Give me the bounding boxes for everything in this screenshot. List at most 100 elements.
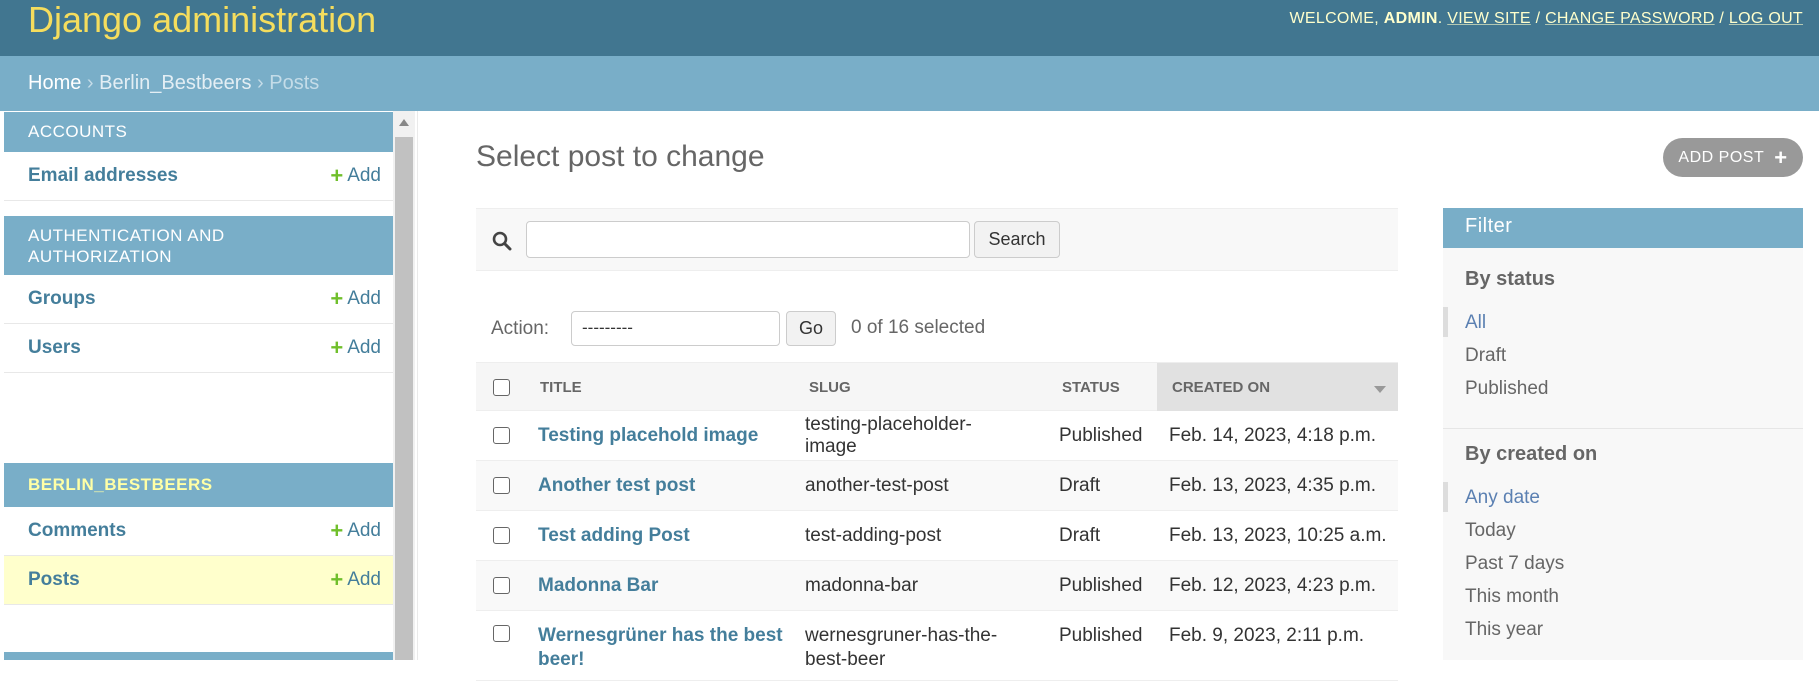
search-icon	[492, 231, 512, 251]
action-label: Action:	[491, 318, 550, 339]
column-header-slug[interactable]: Slug	[809, 363, 851, 411]
filter-list-created-on: Any date Today Past 7 days This month Th…	[1443, 481, 1803, 646]
nav-sidebar: Accounts Email addresses + Add Authentica…	[0, 111, 418, 660]
sidebar-item-posts[interactable]: Posts + Add	[4, 556, 393, 605]
app-caption-next	[4, 652, 393, 660]
model-link[interactable]: Posts	[28, 569, 80, 591]
model-link[interactable]: Email addresses	[28, 165, 178, 187]
sidebar-item-users[interactable]: Users + Add	[4, 324, 393, 373]
scroll-up-arrow-icon[interactable]	[399, 119, 409, 126]
sidebar-item-email-addresses[interactable]: Email addresses + Add	[4, 152, 393, 201]
sort-descending-icon[interactable]	[1374, 386, 1386, 393]
post-created-on: Feb. 9, 2023, 2:11 p.m.	[1169, 625, 1365, 646]
row-checkbox[interactable]	[493, 577, 510, 594]
table-row: Wernesgrüner has the best beer! wernesgr…	[476, 611, 1398, 681]
column-header-title[interactable]: Title	[540, 363, 582, 411]
app-module-berlin-bestbeers: Berlin_Bestbeers Comments + Add Posts + Ad…	[4, 463, 393, 605]
action-select[interactable]: ---------	[571, 311, 780, 346]
breadcrumb-app[interactable]: Berlin_Bestbeers	[99, 72, 251, 94]
filter-option-past-7-days[interactable]: Past 7 days	[1443, 547, 1803, 580]
sidebar-item-comments[interactable]: Comments + Add	[4, 507, 393, 556]
sidebar-scrollbar[interactable]	[393, 111, 415, 660]
site-branding[interactable]: Django administration	[28, 0, 376, 40]
log-out-link[interactable]: Log out	[1729, 10, 1803, 27]
selected-count: 0 of 16 selected	[851, 317, 986, 338]
filter-option-this-year[interactable]: This year	[1443, 613, 1803, 646]
go-button[interactable]: Go	[786, 311, 836, 346]
filter-option-published[interactable]: Published	[1443, 372, 1803, 405]
post-slug: wernesgruner-has-the-best-beer	[805, 625, 998, 670]
filter-option-any-date[interactable]: Any date	[1443, 481, 1803, 514]
post-created-on: Feb. 14, 2023, 4:18 p.m.	[1169, 424, 1377, 446]
app-module-accounts: Accounts Email addresses + Add	[4, 112, 393, 201]
add-label: Add	[347, 288, 381, 309]
add-label: Add	[347, 569, 381, 590]
filter-title: Filter	[1443, 208, 1803, 248]
row-checkbox[interactable]	[493, 625, 510, 642]
view-site-link[interactable]: View site	[1447, 10, 1531, 27]
add-link[interactable]: + Add	[330, 165, 381, 187]
post-title-link[interactable]: Another test post	[538, 475, 695, 497]
add-label: Add	[347, 520, 381, 541]
post-title-link[interactable]: Madonna Bar	[538, 575, 658, 597]
search-toolbar: Search	[476, 208, 1398, 271]
post-slug: another-test-post	[805, 474, 949, 496]
filter-option-today[interactable]: Today	[1443, 514, 1803, 547]
breadcrumb-separator: ›	[86, 72, 94, 94]
model-link[interactable]: Comments	[28, 520, 126, 542]
row-checkbox[interactable]	[493, 427, 510, 444]
post-created-on: Feb. 12, 2023, 4:23 p.m.	[1169, 574, 1377, 596]
add-link[interactable]: + Add	[330, 569, 381, 591]
table-row: Madonna Bar madonna-bar Published Feb. 1…	[476, 561, 1398, 611]
page-title: Select post to change	[476, 140, 765, 173]
column-header-status[interactable]: Status	[1062, 363, 1120, 411]
breadcrumb-home[interactable]: Home	[28, 72, 81, 94]
add-link[interactable]: + Add	[330, 337, 381, 359]
username: admin	[1383, 10, 1438, 27]
results-table: Title Slug Status Created on Testing pla…	[476, 362, 1398, 681]
add-label: Add	[347, 165, 381, 186]
post-status: Draft	[1059, 524, 1101, 546]
add-link[interactable]: + Add	[330, 520, 381, 542]
search-input[interactable]	[526, 221, 970, 258]
change-password-link[interactable]: Change password	[1545, 10, 1715, 27]
filter-heading-created-on: By created on	[1465, 443, 1598, 465]
plus-icon: +	[330, 335, 344, 360]
filter-heading-status: By status	[1465, 268, 1556, 290]
post-title-link[interactable]: Wernesgrüner has the best beer!	[538, 624, 793, 672]
breadcrumb-current: Posts	[269, 72, 320, 94]
welcome-text: Welcome,	[1289, 10, 1380, 27]
plus-icon: +	[330, 518, 344, 543]
post-title-link[interactable]: Test adding Post	[538, 525, 690, 547]
row-checkbox[interactable]	[493, 477, 510, 494]
filter-option-all[interactable]: All	[1443, 306, 1803, 339]
sidebar-item-groups[interactable]: Groups + Add	[4, 275, 393, 324]
model-link[interactable]: Groups	[28, 288, 96, 310]
model-link[interactable]: Users	[28, 337, 81, 359]
user-tools: Welcome, admin. View site / Change passw…	[1289, 10, 1803, 27]
changelist-filter: Filter By status All Draft Published By …	[1443, 208, 1803, 660]
plus-icon: +	[1774, 144, 1788, 170]
add-post-button[interactable]: Add post +	[1663, 138, 1803, 177]
header: Django administration Welcome, admin. Vi…	[0, 0, 1819, 56]
row-checkbox[interactable]	[493, 527, 510, 544]
filter-option-this-month[interactable]: This month	[1443, 580, 1803, 613]
post-title-link[interactable]: Testing placehold image	[538, 425, 758, 447]
filter-option-draft[interactable]: Draft	[1443, 339, 1803, 372]
add-post-label: Add post	[1678, 148, 1765, 166]
app-caption-berlin-bestbeers[interactable]: Berlin_Bestbeers	[4, 463, 393, 507]
select-all-checkbox[interactable]	[493, 378, 510, 396]
add-link[interactable]: + Add	[330, 288, 381, 310]
app-caption-accounts[interactable]: Accounts	[4, 112, 393, 152]
search-button[interactable]: Search	[974, 221, 1060, 258]
post-status: Published	[1059, 625, 1143, 646]
filter-divider	[1443, 428, 1803, 429]
plus-icon: +	[330, 567, 344, 592]
app-caption-auth[interactable]: Authentication and Authorization	[4, 216, 393, 275]
breadcrumb-separator: ›	[257, 72, 264, 94]
post-slug: test-adding-post	[805, 524, 942, 546]
scrollbar-thumb[interactable]	[395, 137, 413, 660]
column-header-created-on[interactable]: Created on	[1157, 363, 1398, 411]
post-status: Published	[1059, 424, 1143, 446]
filter-list-status: All Draft Published	[1443, 306, 1803, 405]
